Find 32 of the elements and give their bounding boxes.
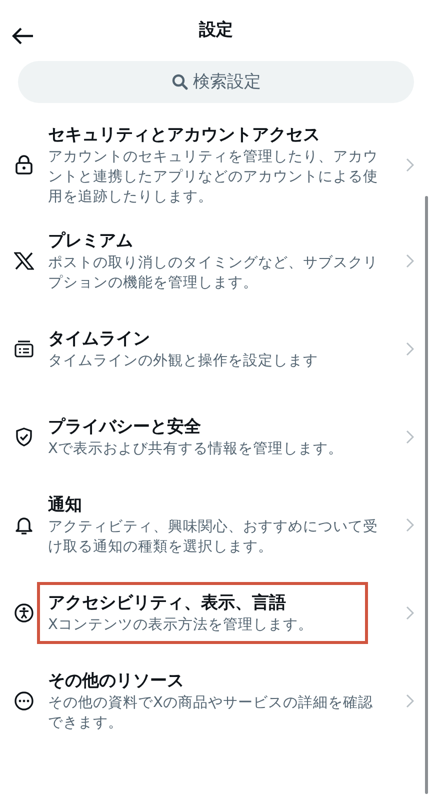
setting-title[interactable]: プライバシーと安全: [48, 415, 378, 439]
setting-description: Xコンテンツの表示方法を管理します。: [48, 616, 314, 635]
chevron-right-icon: [406, 518, 414, 532]
setting-title[interactable]: セキュリティとアカウントアクセス: [48, 123, 378, 147]
chevron-right-icon: [406, 430, 414, 444]
page-title: 設定: [199, 19, 233, 40]
search-field[interactable]: 検索設定: [18, 61, 414, 103]
setting-description: アクティビティ、興味関心、おすすめについて受け取る通知の種類を選択します。: [48, 518, 378, 557]
setting-title[interactable]: アクセシビリティ、表示、言語: [48, 591, 357, 615]
setting-title[interactable]: その他のリソース: [48, 669, 378, 693]
accessibility-icon: [14, 603, 34, 623]
setting-title[interactable]: プレミアム: [48, 229, 378, 253]
shield-check-icon: [15, 427, 33, 447]
setting-description: アカウントのセキュリティを管理したり、アカウントと連携したアプリなどのアカウントによる使用を追跡したりします。: [48, 148, 378, 207]
bell-icon: [15, 515, 33, 535]
chevron-right-icon: [406, 606, 414, 620]
more-icon: [14, 691, 34, 711]
setting-description: Xで表示および共有する情報を管理します。: [48, 440, 344, 459]
chevron-right-icon: [406, 158, 414, 172]
setting-description: その他の資料でXの商品やサービスの詳細を確認できます。: [48, 694, 374, 733]
scroll-bar[interactable]: [425, 196, 428, 794]
setting-description: ポストの取り消しのタイミングなど、サブスクリプションの機能を管理します。: [48, 254, 378, 293]
setting-description: タイムラインの外観と操作を設定します: [48, 352, 319, 371]
x-logo-icon: [14, 252, 34, 270]
back-arrow-icon[interactable]: [12, 27, 34, 45]
lock-icon: [15, 155, 33, 175]
chevron-right-icon: [406, 254, 414, 268]
setting-title[interactable]: タイムライン: [48, 327, 378, 351]
setting-title[interactable]: 通知: [48, 493, 378, 517]
chevron-right-icon: [406, 342, 414, 356]
timeline-icon: [14, 340, 34, 358]
chevron-right-icon: [406, 694, 414, 708]
